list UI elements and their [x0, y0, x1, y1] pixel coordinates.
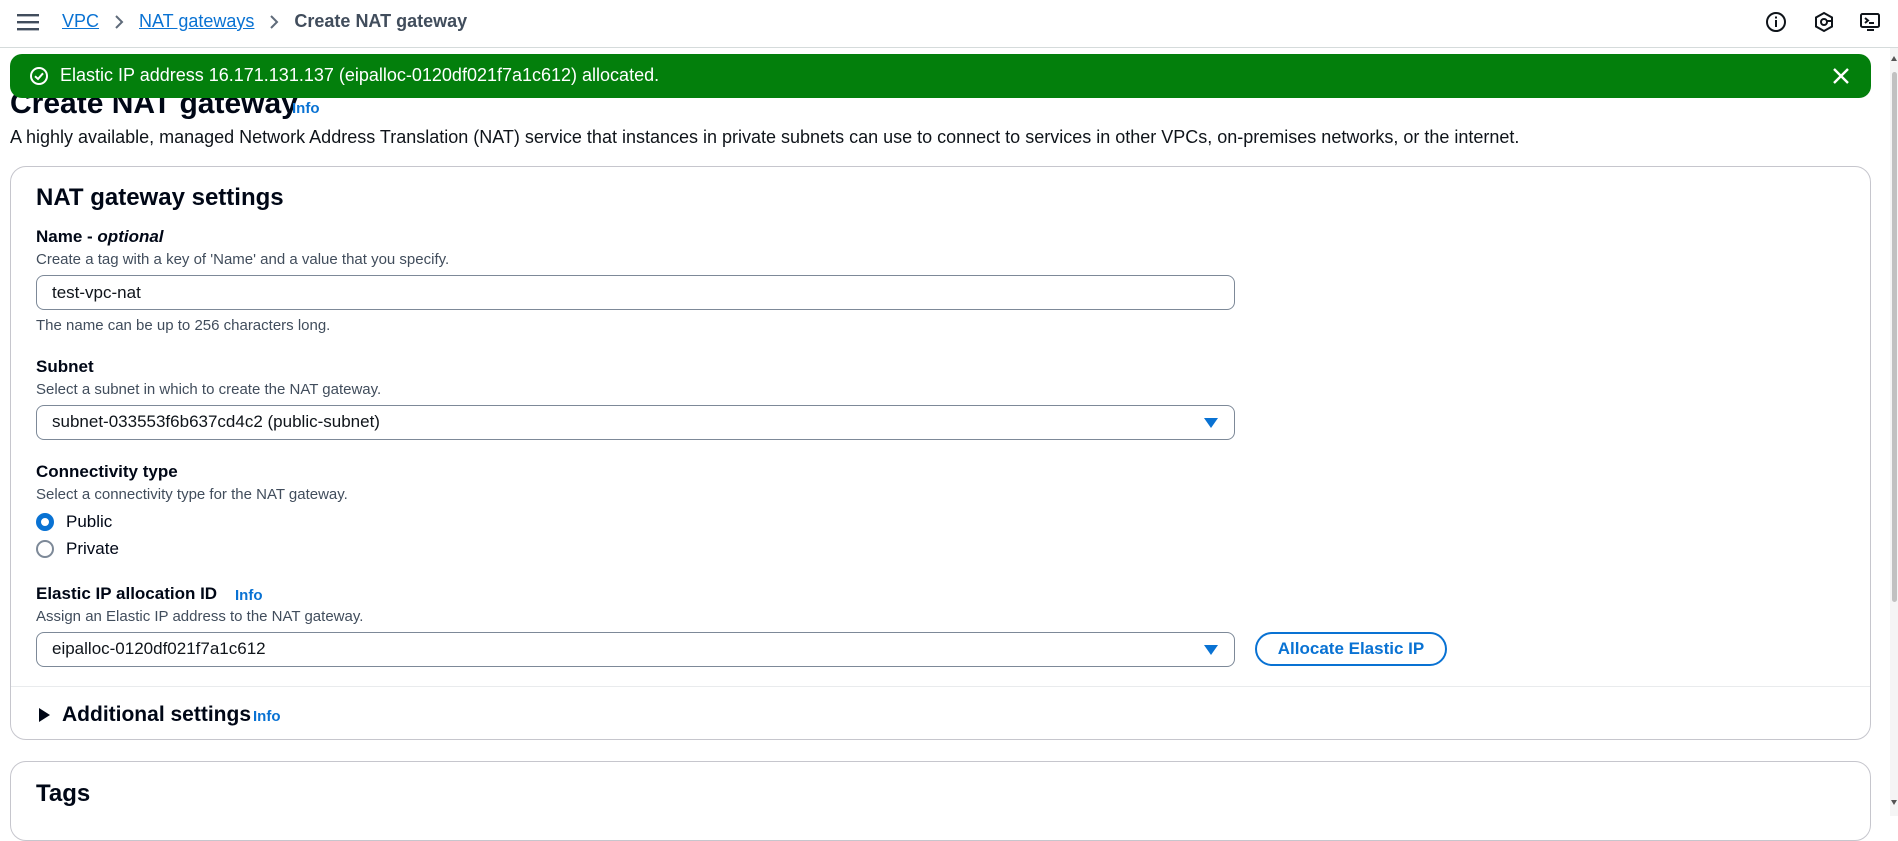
banner-message: Elastic IP address 16.171.131.137 (eipal… [60, 65, 660, 85]
radio-public-label: Public [66, 512, 113, 531]
additional-settings-info-link[interactable]: Info [253, 708, 281, 725]
caret-down-icon [1204, 645, 1218, 655]
elastic-ip-select-value: eipalloc-0120df021f7a1c612 [52, 639, 266, 658]
elastic-ip-description: Assign an Elastic IP address to the NAT … [36, 608, 364, 625]
elastic-ip-info-link[interactable]: Info [235, 587, 263, 604]
panel-divider [11, 686, 1870, 687]
subnet-select[interactable]: subnet-033553f6b637cd4c2 (public-subnet) [36, 405, 1235, 440]
radio-private[interactable]: Private [36, 539, 119, 559]
name-label-text: Name - [36, 227, 98, 246]
caret-right-icon [39, 708, 50, 722]
menu-icon[interactable] [17, 13, 39, 31]
tags-title: Tags [36, 780, 91, 807]
cloudshell-icon[interactable] [1859, 10, 1883, 34]
name-description: Create a tag with a key of 'Name' and a … [36, 251, 450, 268]
chevron-right-icon [115, 14, 124, 29]
breadcrumb: VPC NAT gateways Create NAT gateway [62, 11, 467, 32]
info-icon[interactable] [1764, 10, 1788, 34]
top-navigation-bar: VPC NAT gateways Create NAT gateway [0, 0, 1898, 48]
name-input[interactable] [36, 275, 1235, 310]
name-label: Name - optional [36, 227, 164, 247]
settings-title: NAT gateway settings [36, 184, 284, 211]
allocate-elastic-ip-button[interactable]: Allocate Elastic IP [1255, 632, 1447, 666]
breadcrumb-nat-gateways[interactable]: NAT gateways [139, 11, 254, 32]
radio-public[interactable]: Public [36, 512, 112, 532]
subnet-description: Select a subnet in which to create the N… [36, 381, 382, 398]
close-icon[interactable] [1830, 65, 1852, 87]
elastic-ip-label: Elastic IP allocation ID [36, 584, 218, 603]
caret-down-icon [1204, 418, 1218, 428]
scroll-up-arrow-icon[interactable] [1891, 56, 1897, 61]
breadcrumb-current: Create NAT gateway [294, 11, 468, 31]
connectivity-label: Connectivity type [36, 462, 178, 481]
chevron-right-icon [270, 14, 279, 29]
additional-settings-expander[interactable]: Additional settings [38, 703, 251, 727]
success-icon [30, 67, 48, 85]
name-optional-text: optional [97, 227, 164, 246]
radio-private-button[interactable] [36, 540, 54, 558]
additional-settings-label: Additional settings [62, 703, 251, 726]
radio-public-button[interactable] [36, 513, 54, 531]
tags-panel [10, 761, 1871, 841]
page-info-link[interactable]: Info [292, 100, 320, 117]
breadcrumb-vpc[interactable]: VPC [62, 11, 99, 32]
connectivity-description: Select a connectivity type for the NAT g… [36, 486, 348, 503]
page-description: A highly available, managed Network Addr… [10, 127, 1520, 147]
subnet-select-value: subnet-033553f6b637cd4c2 (public-subnet) [52, 412, 380, 431]
notifications-icon[interactable] [1812, 10, 1836, 34]
name-constraint-text: The name can be up to 256 characters lon… [36, 317, 331, 334]
success-flash-banner: Elastic IP address 16.171.131.137 (eipal… [10, 54, 1871, 98]
subnet-label: Subnet [36, 357, 94, 376]
elastic-ip-select[interactable]: eipalloc-0120df021f7a1c612 [36, 632, 1235, 667]
scroll-down-arrow-icon[interactable] [1891, 800, 1897, 805]
radio-private-label: Private [66, 539, 119, 558]
scrollbar-thumb[interactable] [1892, 72, 1897, 602]
